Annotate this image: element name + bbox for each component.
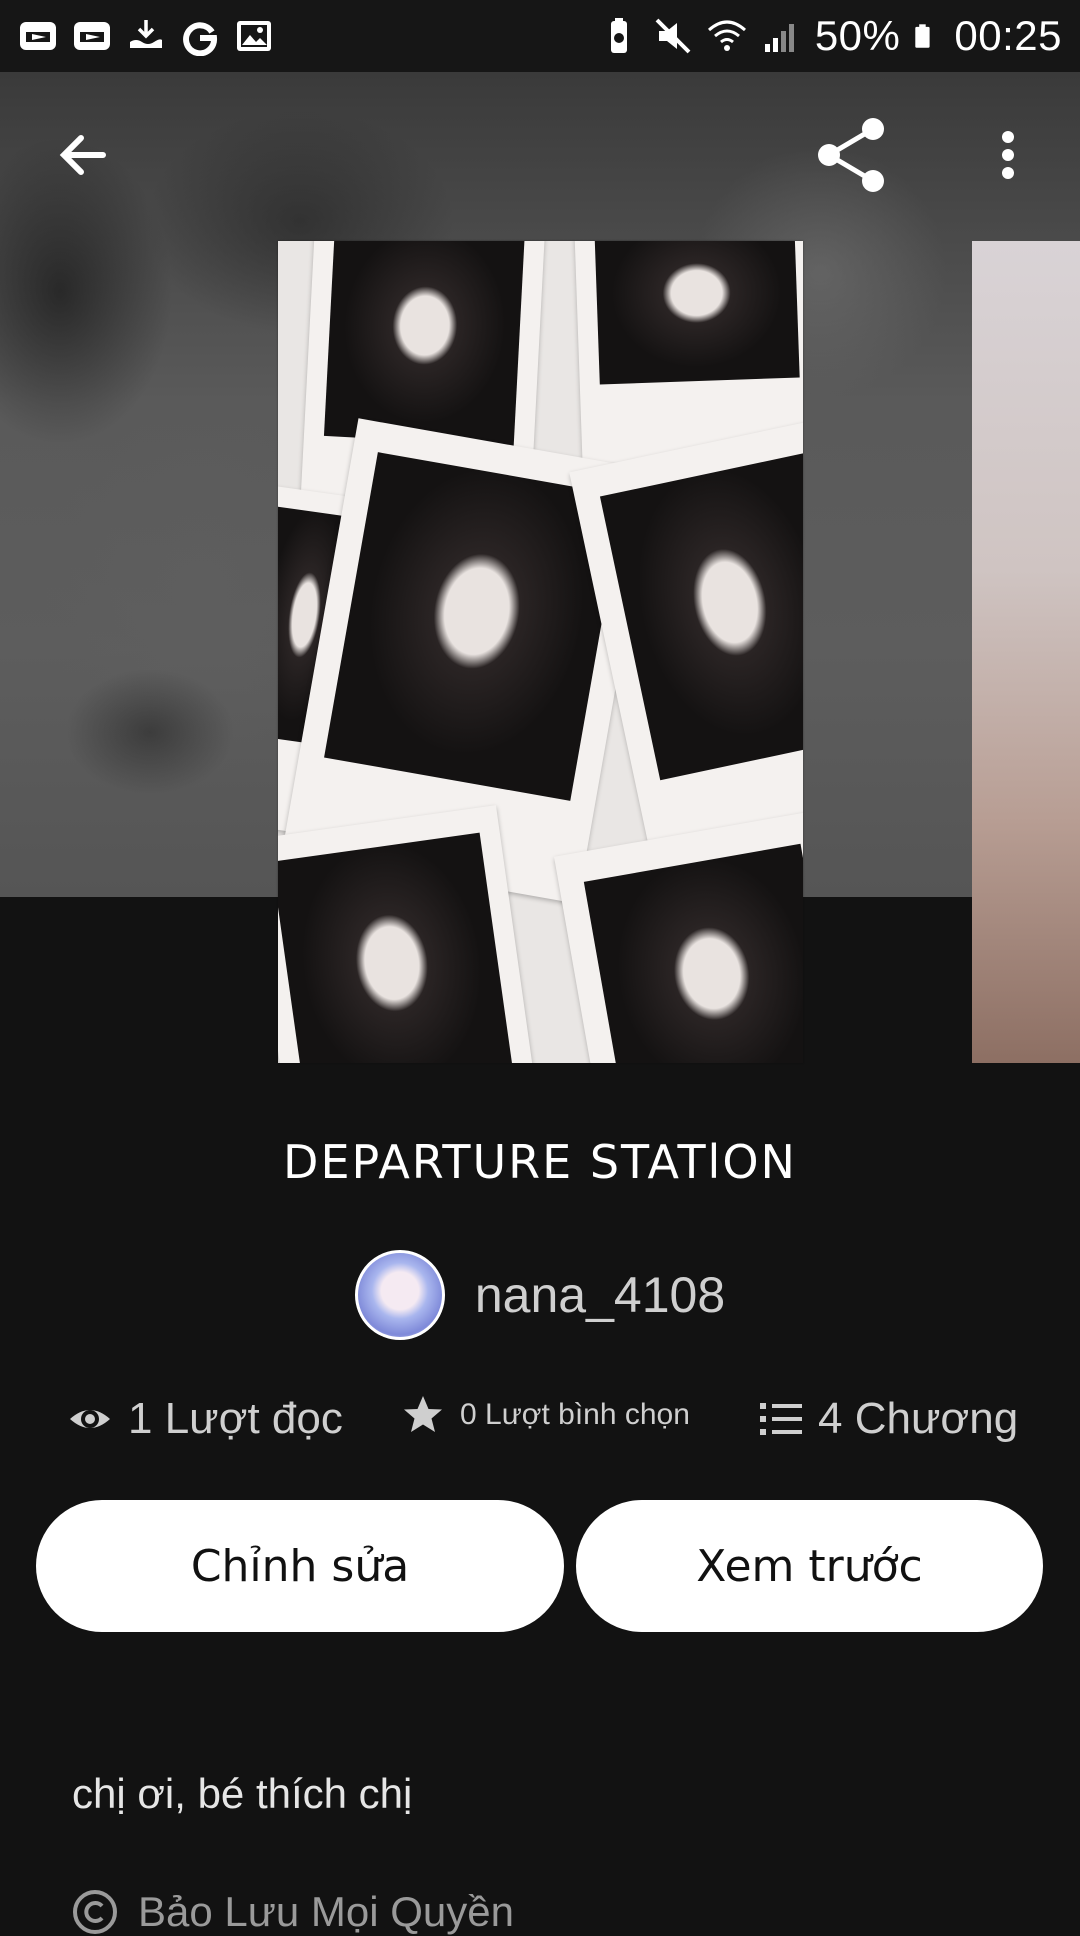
preview-button[interactable]: Xem trước [576, 1500, 1043, 1632]
battery-percent: 50% [814, 12, 901, 59]
eye-icon [70, 1410, 110, 1428]
google-icon [183, 22, 218, 56]
image-icon [237, 21, 271, 51]
wifi-icon [707, 20, 746, 51]
download-icon [130, 20, 162, 48]
votes-count: 0 Lượt bình chọn [460, 1398, 690, 1431]
reads-count: 1 Lượt đọc [128, 1394, 343, 1443]
clock: 00:25 [954, 12, 1062, 59]
battery-icon [915, 24, 930, 48]
copyright-icon [73, 1890, 117, 1934]
back-button[interactable] [38, 110, 128, 200]
more-button[interactable] [963, 110, 1053, 200]
status-right-icons: 50% 00:25 [599, 12, 1062, 60]
signal-icon [764, 24, 794, 52]
rights-text: Bảo Lưu Mọi Quyền [138, 1888, 514, 1935]
edit-button[interactable]: Chỉnh sửa [36, 1500, 564, 1632]
status-bar: 50% 00:25 [0, 0, 1080, 72]
story-title: DEPARTURE STATlON [283, 1135, 797, 1189]
author-avatar[interactable] [354, 1250, 445, 1340]
chapters-stat: 4 Chương [760, 1394, 1018, 1444]
status-left-icons [18, 16, 274, 56]
screen-cast-icon [20, 22, 56, 50]
star-icon [404, 1396, 442, 1432]
chapters-count: 4 Chương [818, 1394, 1019, 1443]
share-button[interactable] [806, 110, 896, 200]
author-row[interactable]: nana_4108 [0, 1250, 1080, 1340]
list-icon [760, 1403, 802, 1435]
story-stats: 1 Lượt đọc 0 Lượt bình chọn 4 Chương [0, 1394, 1080, 1454]
battery-saver-icon [610, 18, 627, 53]
more-vertical-icon [1002, 131, 1014, 179]
votes-stat: 0 Lượt bình chọn [402, 1394, 690, 1436]
arrow-left-icon [59, 135, 106, 175]
next-story-cover[interactable] [972, 241, 1080, 1063]
reads-stat: 1 Lượt đọc [68, 1394, 343, 1444]
author-name[interactable]: nana_4108 [475, 1266, 725, 1324]
copyright-row: Bảo Lưu Mọi Quyền [72, 1888, 514, 1936]
story-description: chị ơi, bé thích chị [72, 1770, 413, 1817]
story-cover-image[interactable] [278, 241, 803, 1063]
mute-icon [655, 18, 691, 54]
screen-cast-icon-2 [74, 22, 110, 50]
share-icon [818, 118, 884, 192]
